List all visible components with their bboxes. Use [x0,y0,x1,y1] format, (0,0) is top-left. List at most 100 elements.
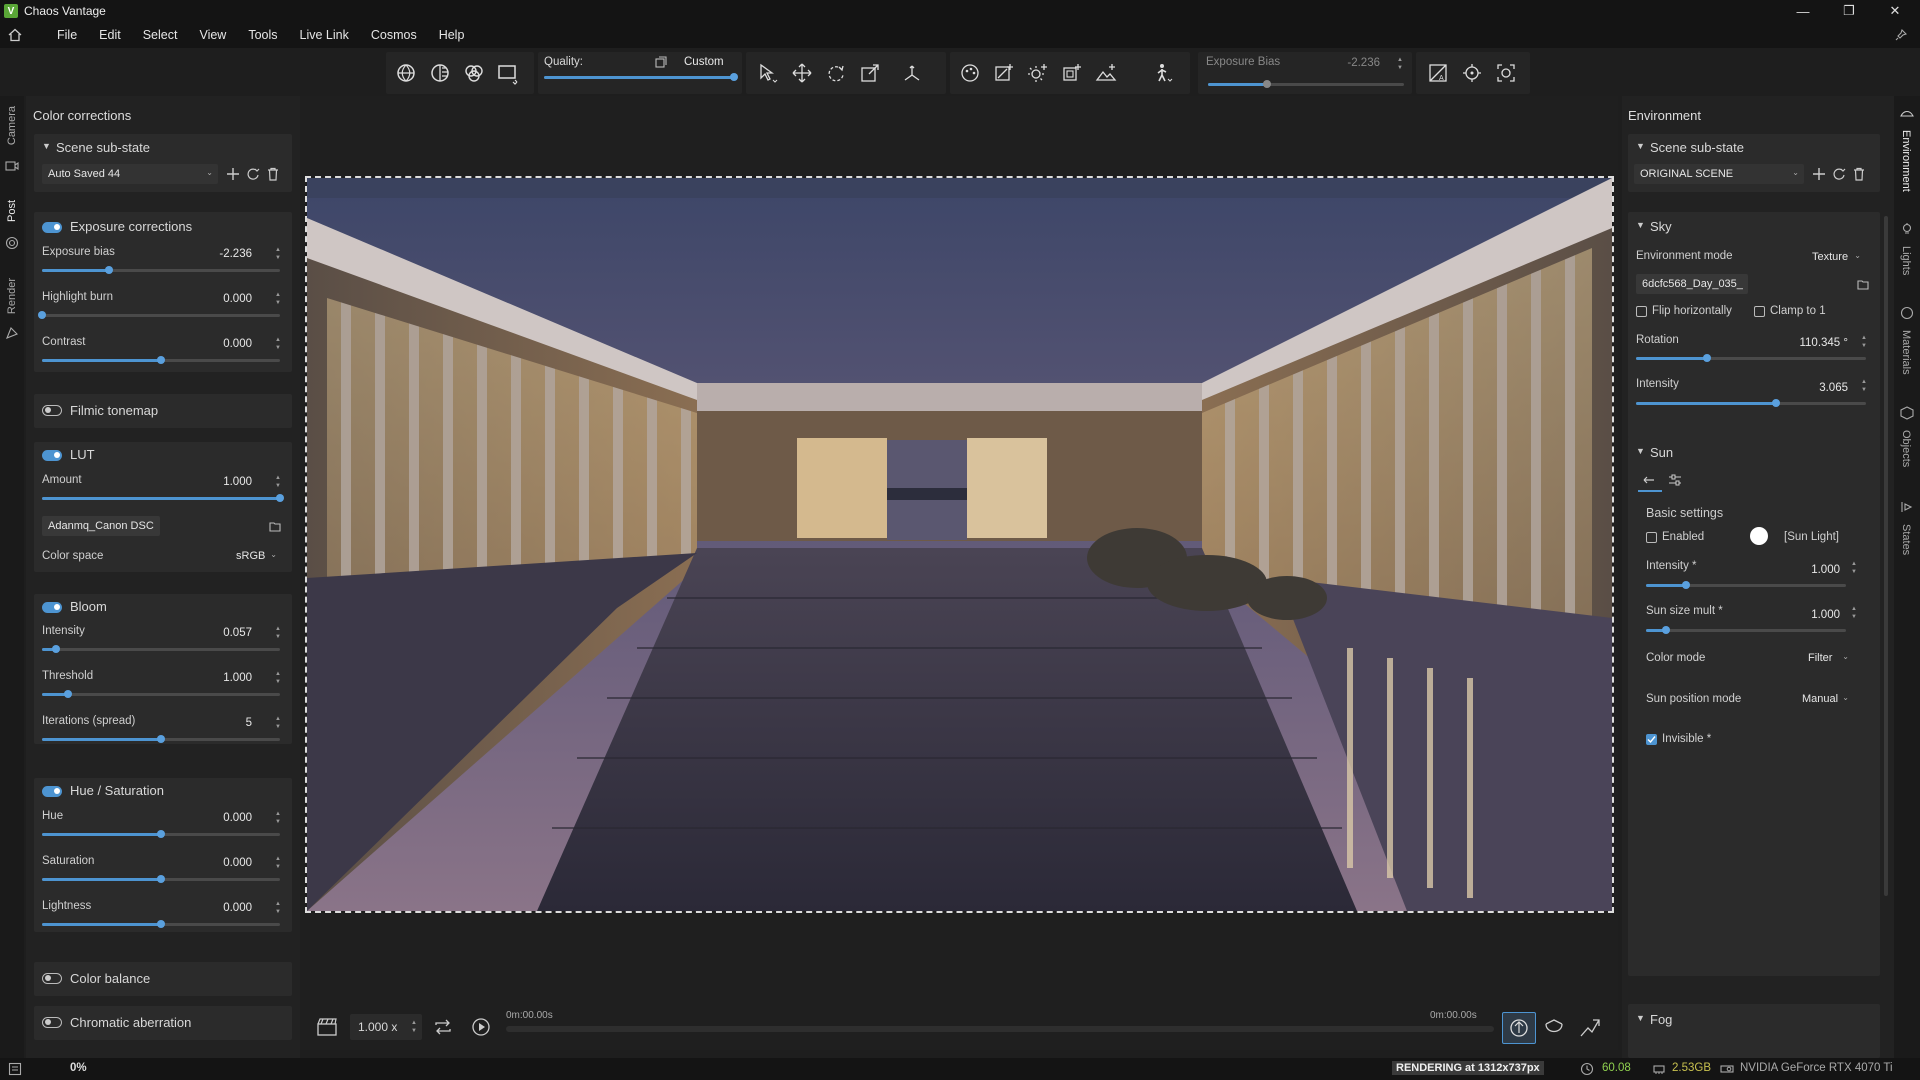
menu-tools[interactable]: Tools [237,22,288,48]
invisible-checkbox[interactable] [1646,734,1657,745]
clamp-checkbox[interactable] [1754,306,1765,317]
quality-slider[interactable] [544,73,738,81]
menu-help[interactable]: Help [428,22,476,48]
refresh-icon[interactable] [1832,167,1846,181]
slider-handle[interactable] [157,875,165,883]
menu-cosmos[interactable]: Cosmos [360,22,428,48]
exposure-bias-handle[interactable] [1262,80,1271,88]
menu-file[interactable]: File [46,22,88,48]
auto-exposure-icon[interactable]: A [1424,59,1452,87]
sky-intensity-spinner[interactable]: ▲ ▼ [1860,378,1868,394]
bloom-param-slider[interactable] [42,735,280,743]
sun-intensity-value[interactable]: 1.000 [1778,564,1840,576]
sky-intensity-value[interactable]: 3.065 [1778,382,1848,394]
add-point-light-icon[interactable] [1024,59,1052,87]
objects-tab-icon[interactable] [1900,406,1914,420]
minimize-button[interactable]: — [1780,0,1826,22]
sky-texture-field[interactable]: 6dcfc568_Day_035_ [1636,274,1748,294]
sun-intensity-spinner[interactable]: ▲ ▼ [1850,560,1858,576]
chevron-down-icon[interactable]: ▼ [42,141,51,151]
add-light-icon[interactable] [990,59,1018,87]
clapper-icon[interactable] [316,1016,338,1038]
quality-value[interactable]: Custom [684,56,724,68]
pivot-icon[interactable] [898,59,926,87]
rotate-icon[interactable] [822,59,850,87]
close-button[interactable]: ✕ [1872,0,1918,22]
material-picker-icon[interactable] [956,59,984,87]
log-icon[interactable] [8,1062,22,1076]
slider-handle[interactable] [157,356,165,364]
sun-color-swatch[interactable] [1750,527,1768,545]
rotation-value[interactable]: 110.345 ° [1778,337,1848,349]
delete-icon[interactable] [1852,167,1866,181]
chevron-down-icon[interactable]: ▼ [1636,446,1645,456]
tab-post[interactable]: Post [6,200,18,222]
hue-toggle[interactable] [42,786,62,797]
delete-icon[interactable] [266,167,280,181]
hue-param-value[interactable]: 0.000 [194,857,252,869]
slider-handle[interactable] [38,311,46,319]
chevron-down-icon[interactable]: ▼ [1636,220,1645,230]
tab-camera[interactable]: Camera [6,106,18,145]
exposure-param-value[interactable]: 0.000 [194,338,252,350]
tab-objects[interactable]: Objects [1900,430,1912,467]
bloom-param-spinner[interactable]: ▲ ▼ [274,715,282,731]
bloom-param-value[interactable]: 0.057 [194,627,252,639]
slider-handle[interactable] [1703,354,1712,362]
tab-states[interactable]: States [1900,524,1912,555]
bloom-toggle[interactable] [42,602,62,613]
chevron-down-icon[interactable]: ▼ [1636,141,1645,151]
exposure-param-spinner[interactable]: ▲ ▼ [274,336,282,352]
menu-live-link[interactable]: Live Link [289,22,360,48]
panel-scrollbar[interactable] [1884,216,1888,896]
post-tab-icon[interactable] [5,236,19,250]
quality-preset-icon[interactable] [654,56,668,70]
add-icon[interactable] [226,167,240,181]
materials-tab-icon[interactable] [1900,306,1914,320]
lut-amount-spinner[interactable]: ▲ ▼ [274,474,282,490]
menu-view[interactable]: View [188,22,237,48]
tab-materials[interactable]: Materials [1900,330,1912,375]
exposure-param-slider[interactable] [38,311,280,319]
sun-direction-tab-icon[interactable] [1642,473,1656,487]
bloom-param-value[interactable]: 1.000 [194,672,252,684]
exposure-toggle[interactable] [42,222,62,233]
walk-mode-icon[interactable] [1150,59,1178,87]
hue-param-slider[interactable] [42,875,280,883]
scale-icon[interactable] [856,59,884,87]
sun-size-spinner[interactable]: ▲ ▼ [1850,605,1858,621]
exposure-param-value[interactable]: 0.000 [194,293,252,305]
exposure-param-slider[interactable] [42,356,280,364]
hue-param-spinner[interactable]: ▲ ▼ [274,810,282,826]
hue-param-spinner[interactable]: ▲ ▼ [274,900,282,916]
env-substate-dropdown[interactable]: ORIGINAL SCENE ⌄ [1634,164,1804,184]
lut-file-field[interactable]: Adanmq_Canon DSC [42,516,160,536]
bloom-param-slider[interactable] [42,690,280,698]
slider-handle[interactable] [52,645,61,653]
slider-handle[interactable] [157,830,165,838]
environment-tab-icon[interactable] [1900,106,1914,120]
exposure-param-value[interactable]: -2.236 [194,248,252,260]
hue-param-value[interactable]: 0.000 [194,812,252,824]
folder-open-icon[interactable] [268,519,282,533]
sun-size-slider[interactable] [1646,626,1846,634]
chromatic-toggle[interactable] [42,1017,62,1028]
focus-icon[interactable] [1458,59,1486,87]
refresh-icon[interactable] [246,167,260,181]
color-balance-toggle[interactable] [42,973,62,984]
render-tab-icon[interactable] [5,326,19,340]
tab-render[interactable]: Render [6,278,18,314]
lights-tab-icon[interactable] [1900,222,1914,236]
render-mode-icon[interactable] [392,59,420,87]
slider-handle[interactable] [1772,399,1781,407]
hue-param-slider[interactable] [42,830,280,838]
menu-edit[interactable]: Edit [88,22,132,48]
play-icon[interactable] [470,1016,492,1038]
timeline-scrubber[interactable] [506,1026,1494,1032]
exposure-param-spinner[interactable]: ▲ ▼ [274,246,282,262]
bloom-param-spinner[interactable]: ▲ ▼ [274,625,282,641]
hue-param-spinner[interactable]: ▲ ▼ [274,855,282,871]
tab-environment[interactable]: Environment [1900,130,1912,192]
chevron-down-icon[interactable]: ▼ [1636,1013,1645,1023]
substate-dropdown[interactable]: Auto Saved 44 ⌄ [42,164,218,184]
